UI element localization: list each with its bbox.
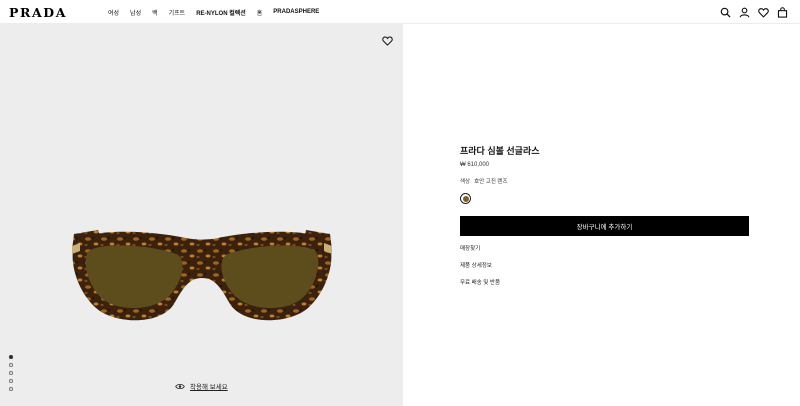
nav-item-women[interactable]: 여성 [108,8,119,17]
heart-icon[interactable] [758,7,769,18]
shipping-returns-link[interactable]: 무료 배송 및 반품 [460,278,500,286]
bag-icon[interactable] [777,6,788,18]
main-nav: 여성 남성 백 기프트 RE-NYLON 컬렉션 홈 PRADASPHERE [108,0,319,24]
gallery-dot[interactable] [9,371,13,375]
nav-item-pradasphere[interactable]: PRADASPHERE [273,9,319,15]
search-icon[interactable] [720,7,731,18]
find-store-link[interactable]: 매장찾기 [460,244,480,252]
try-on-label: 착용해 보세요 [190,384,228,391]
product-info: 프라다 심볼 선글라스 ₩ 610,000 색상 호안 고진 렌즈 장바구니에 … [460,144,750,286]
color-label: 색상 [460,179,471,185]
product-gallery[interactable]: 착용해 보세요 [0,24,403,406]
product-price: ₩ 610,000 [460,162,490,168]
try-on-button[interactable]: 착용해 보세요 [175,381,228,391]
gallery-dot[interactable] [9,355,13,359]
gallery-dot[interactable] [9,363,13,367]
sunglasses-image [72,230,332,321]
wishlist-heart-icon[interactable] [382,33,393,46]
prada-logo[interactable]: PRADA [9,5,67,20]
account-icon[interactable] [739,7,750,18]
gallery-pagination [9,355,13,391]
add-to-cart-button[interactable]: 장바구니에 추가하기 [460,216,749,236]
header-icons [720,0,788,24]
product-details-link[interactable]: 제품 상세정보 [460,261,492,269]
gallery-dot[interactable] [9,387,13,391]
product-title: 프라다 심볼 선글라스 [460,146,540,156]
nav-item-re-nylon[interactable]: RE-NYLON 컬렉션 [196,8,246,17]
swatch-fill [462,195,469,202]
nav-item-bags[interactable]: 백 [152,8,158,17]
color-value: 호안 고진 렌즈 [474,179,508,185]
eye-icon [175,383,185,389]
nav-item-men[interactable]: 남성 [130,8,141,17]
nav-item-home[interactable]: 홈 [257,8,263,17]
gallery-dot[interactable] [9,379,13,383]
color-row: 색상 호안 고진 렌즈 [460,177,508,185]
nav-item-gifts[interactable]: 기프트 [169,8,186,17]
color-swatch[interactable] [460,193,471,204]
top-header: PRADA 여성 남성 백 기프트 RE-NYLON 컬렉션 홈 PRADASP… [0,0,800,24]
